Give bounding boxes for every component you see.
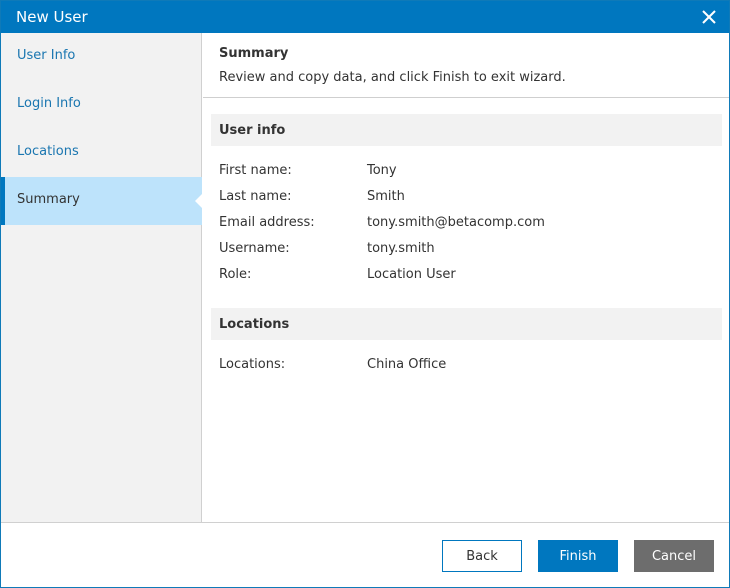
locations-section-header: Locations — [211, 308, 722, 340]
sidebar-item-locations[interactable]: Locations — [1, 129, 202, 177]
summary-row-email: Email address: tony.smith@betacomp.com — [219, 215, 719, 235]
summary-row-locations: Locations: China Office — [219, 357, 719, 377]
dialog-title: New User — [16, 8, 88, 26]
new-user-dialog: New User User Info Login Info Locations … — [0, 0, 730, 588]
summary-row-role: Role: Location User — [219, 267, 719, 287]
sidebar-item-label: Login Info — [17, 96, 81, 111]
summary-row-username: Username: tony.smith — [219, 241, 719, 261]
finish-button[interactable]: Finish — [538, 540, 618, 572]
field-label: Username: — [219, 241, 290, 256]
field-label: Locations: — [219, 357, 286, 372]
dialog-footer — [1, 522, 729, 587]
summary-row-first-name: First name: Tony — [219, 163, 719, 183]
user-info-section-header: User info — [211, 114, 722, 146]
sidebar-item-summary[interactable]: Summary — [1, 177, 203, 225]
back-button[interactable]: Back — [442, 540, 522, 572]
step-description: Review and copy data, and click Finish t… — [219, 70, 566, 85]
step-title: Summary — [219, 46, 289, 61]
title-bar: New User — [1, 1, 729, 33]
sidebar-item-label: Summary — [17, 192, 80, 207]
field-value: China Office — [367, 357, 447, 372]
sidebar-item-label: User Info — [17, 48, 76, 63]
field-value: tony.smith@betacomp.com — [367, 215, 545, 230]
field-value: tony.smith — [367, 241, 435, 256]
field-value: Tony — [367, 163, 397, 178]
field-label: Role: — [219, 267, 252, 282]
field-value: Smith — [367, 189, 405, 204]
sidebar-item-label: Locations — [17, 144, 79, 159]
wizard-steps-sidebar: User Info Login Info Locations Summary — [1, 33, 203, 522]
field-value: Location User — [367, 267, 456, 282]
section-title: Locations — [219, 317, 290, 332]
field-label: First name: — [219, 163, 292, 178]
sidebar-item-user-info[interactable]: User Info — [1, 33, 202, 81]
field-label: Last name: — [219, 189, 292, 204]
cancel-button[interactable]: Cancel — [634, 540, 714, 572]
field-label: Email address: — [219, 215, 315, 230]
section-title: User info — [219, 123, 286, 138]
summary-row-last-name: Last name: Smith — [219, 189, 719, 209]
close-icon[interactable] — [699, 7, 719, 27]
step-header: Summary Review and copy data, and click … — [203, 33, 729, 98]
sidebar-item-login-info[interactable]: Login Info — [1, 81, 202, 129]
